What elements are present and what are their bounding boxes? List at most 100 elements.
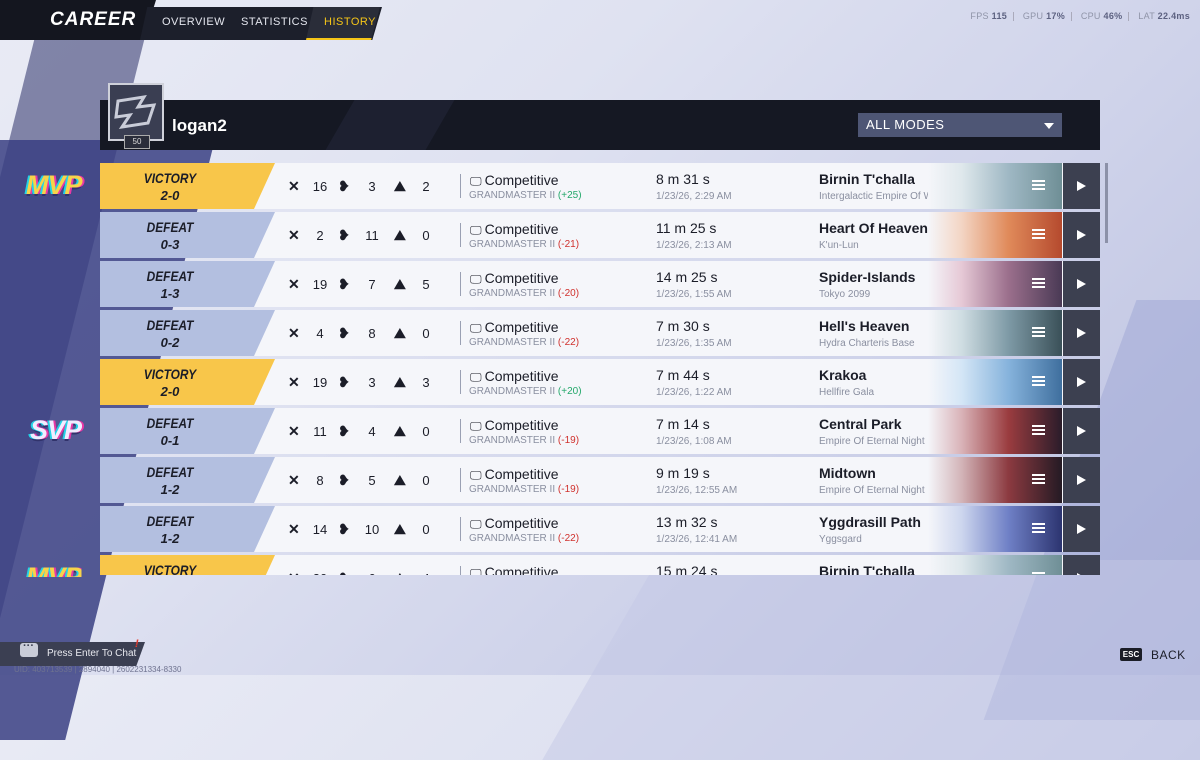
kills-icon: ✕ [288,276,300,292]
result-block: DEFEAT 1-2 [100,506,275,552]
monitor-icon: 🖵 [470,321,482,335]
divider [460,370,461,394]
divider [460,566,461,575]
details-menu-icon[interactable] [1032,523,1045,535]
chevron-down-icon [1044,123,1054,129]
match-row[interactable]: DEFEAT 1-3 ✕ 19 ❥ 7 ⛰ 5 🖵 Competitive GRANDMASTER … [100,261,1100,307]
replay-button[interactable] [1063,261,1100,307]
deaths-value: 10 [364,522,380,537]
map-name: Birnin T'challa [819,171,915,187]
replay-button[interactable] [1063,555,1100,575]
match-date: 1/23/26, 1:55 AM [656,289,732,300]
assists-icon: ⛰ [394,423,406,439]
match-date: 1/23/26, 2:29 AM [656,191,732,202]
mode-label: Competitive [484,270,559,286]
map-name: Central Park [819,416,902,432]
match-row[interactable]: DEFEAT 0-3 ✕ 2 ❥ 11 ⛰ 0 🖵 Competitive GRANDMASTER … [100,212,1100,258]
replay-button[interactable] [1063,359,1100,405]
tab-history[interactable]: HISTORY [306,7,380,40]
details-menu-icon[interactable] [1032,278,1045,290]
assists-value: 0 [422,326,430,341]
details-menu-icon[interactable] [1032,327,1045,339]
match-mode: 🖵 Competitive [470,564,559,575]
tab-bar: OVERVIEW STATISTICS HISTORY [140,7,382,40]
list-scrollbar[interactable] [1105,163,1108,243]
mode-label: Competitive [484,564,559,575]
match-row[interactable]: DEFEAT 0-1 ✕ 11 ❥ 4 ⛰ 0 🖵 Competitive GRANDMASTER … [100,408,1100,454]
mode-label: Competitive [484,221,559,237]
deaths-icon: ❥ [338,227,350,243]
result-block: DEFEAT 1-3 [100,261,275,307]
match-mode: 🖵 Competitive [470,466,559,483]
result-block: DEFEAT 0-1 [100,408,275,454]
result-block: DEFEAT 0-2 [100,310,275,356]
rank-delta: (+20) [557,386,582,397]
tab-overview[interactable]: OVERVIEW [162,16,225,28]
result-label: DEFEAT [146,219,194,235]
tab-statistics[interactable]: STATISTICS [241,16,308,28]
match-row[interactable]: DEFEAT 1-2 ✕ 14 ❥ 10 ⛰ 0 🖵 Competitive GRANDMASTER… [100,506,1100,552]
map-name: Birnin T'challa [819,563,915,575]
mode-filter-dropdown[interactable]: ALL MODES [858,113,1062,137]
replay-button[interactable] [1063,212,1100,258]
replay-button[interactable] [1063,310,1100,356]
assists-value: 4 [414,571,438,575]
mvp-badge: MVP [26,170,83,200]
map-region: Empire Of Eternal Night [819,436,925,447]
details-menu-icon[interactable] [1032,474,1045,486]
divider [460,272,461,296]
assists-value: 5 [422,277,430,292]
details-menu-icon[interactable] [1032,229,1045,241]
deaths-icon: ❥ [338,276,350,292]
map-name: Krakoa [819,367,867,383]
monitor-icon: 🖵 [470,223,482,237]
gpu-value: 17% [1046,11,1066,21]
match-row[interactable]: VICTORY ✕ 20 ❥ 6 ⛰ 4 🖵Competitive 15 m 24 s Birn… [100,555,1100,575]
deaths-icon: ❥ [338,178,350,194]
kills-value: 16 [312,179,328,194]
replay-button[interactable] [1063,163,1100,209]
deaths-icon: ❥ [338,521,350,537]
mode-label: Competitive [484,172,559,188]
details-menu-icon[interactable] [1032,180,1045,192]
match-row[interactable]: DEFEAT 0-2 ✕ 4 ❥ 8 ⛰ 0 🖵 Competitive GRANDMASTER I… [100,310,1100,356]
match-row[interactable]: VICTORY 2-0 ✕ 19 ❥ 3 ⛰ 3 🖵 Competitive GRANDMASTER… [100,359,1100,405]
assists-value: 0 [422,473,430,488]
match-mode: 🖵 Competitive [470,270,559,287]
avatar[interactable] [108,83,164,141]
back-button[interactable]: BACK [1151,648,1186,662]
details-menu-icon[interactable] [1032,425,1045,437]
map-name: Hell's Heaven [819,318,910,334]
match-row[interactable]: VICTORY 2-0 ✕ 16 ❥ 3 ⛰ 2 🖵 Competitive GRANDMASTER… [100,163,1100,209]
match-duration: 15 m 24 s [656,563,718,575]
deaths-value: 11 [365,228,379,243]
match-date: 1/23/26, 1:35 AM [656,338,732,349]
match-duration: 11 m 25 s [656,220,717,236]
map-region: Yggsgard [819,534,862,545]
divider [460,174,461,198]
replay-button[interactable] [1063,408,1100,454]
result-label: VICTORY [143,562,197,575]
details-menu-icon[interactable] [1032,572,1045,575]
player-level-badge: 50 [124,135,150,149]
result-block: VICTORY 2-0 [100,163,275,209]
replay-button[interactable] [1063,457,1100,503]
mode-label: Competitive [484,417,559,433]
result-label: VICTORY [143,366,197,382]
match-history-list[interactable]: VICTORY 2-0 ✕ 16 ❥ 3 ⛰ 2 🖵 Competitive GRANDMASTER… [100,163,1100,575]
monitor-icon: 🖵 [470,468,482,482]
replay-button[interactable] [1063,506,1100,552]
details-menu-icon[interactable] [1032,376,1045,388]
match-mode: 🖵 Competitive [470,172,559,189]
monitor-icon: 🖵 [470,566,482,575]
map-region: Hellfire Gala [819,387,875,398]
rank-info: GRANDMASTER II (-20) [469,288,579,299]
deaths-value: 4 [368,424,376,439]
result-score: 0-2 [160,335,180,350]
rank-info: GRANDMASTER II (-22) [469,533,579,544]
kills-icon: ✕ [288,227,300,243]
assists-icon: ⛰ [394,521,406,537]
match-row[interactable]: DEFEAT 1-2 ✕ 8 ❥ 5 ⛰ 0 🖵 Competitive GRANDMASTER I… [100,457,1100,503]
rank-label: GRANDMASTER II [469,533,556,544]
esc-key-button[interactable]: ESC [1120,648,1142,661]
